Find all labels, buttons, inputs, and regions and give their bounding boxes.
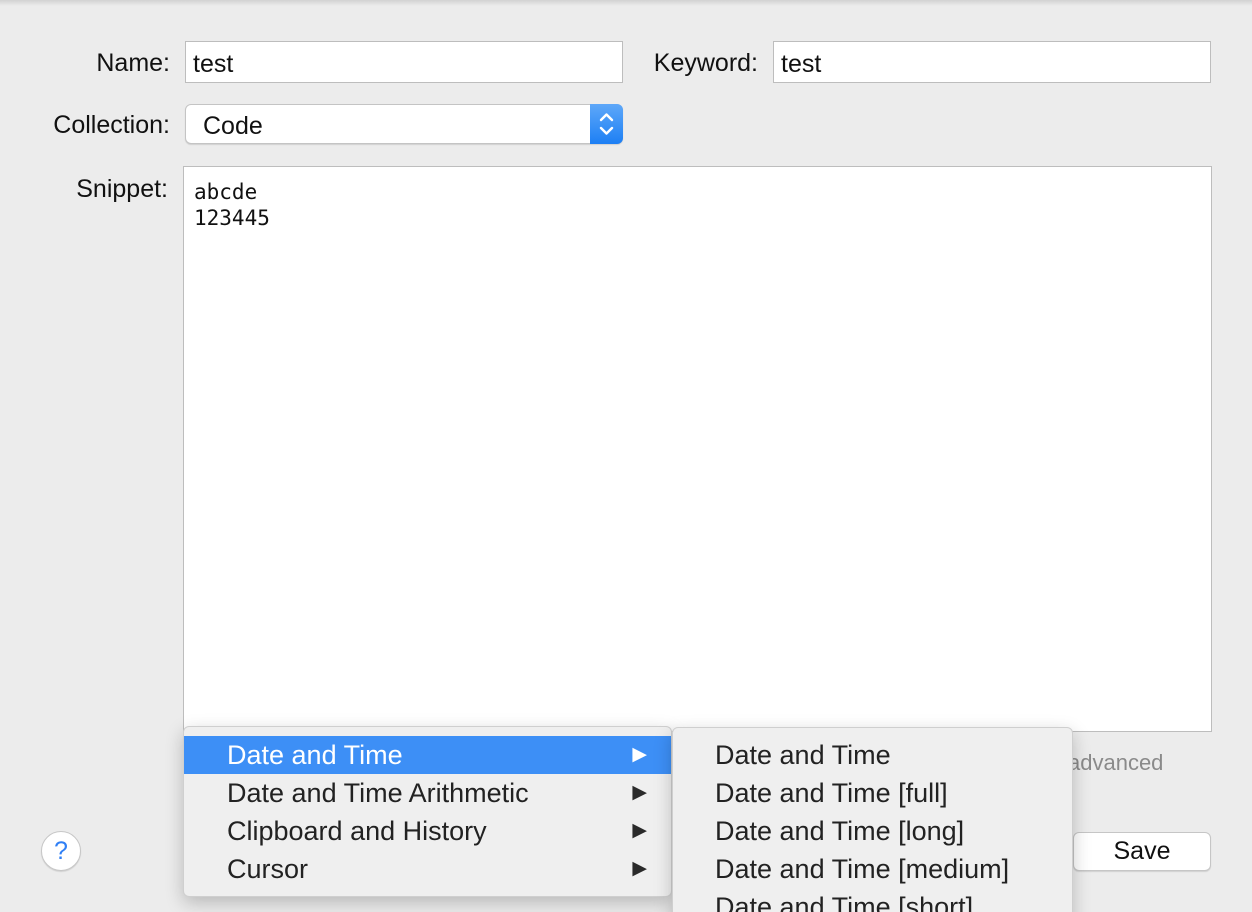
- menu-item-date-and-time[interactable]: Date and Time ▶: [184, 736, 671, 774]
- submenu-item-date-and-time-long[interactable]: Date and Time [long]: [673, 812, 1072, 850]
- date-and-time-submenu: Date and Time Date and Time [full] Date …: [672, 727, 1073, 912]
- window-top-shadow: [0, 0, 1252, 6]
- name-field[interactable]: test: [185, 41, 623, 83]
- help-button[interactable]: ?: [41, 831, 81, 871]
- name-label: Name:: [96, 49, 170, 77]
- menu-item-label: Cursor: [227, 854, 309, 884]
- menu-item-label: Clipboard and History: [227, 816, 487, 846]
- keyword-field[interactable]: test: [773, 41, 1211, 83]
- up-down-chevron-icon: [590, 104, 623, 144]
- submenu-item-date-and-time-full[interactable]: Date and Time [full]: [673, 774, 1072, 812]
- collection-popup[interactable]: Code: [185, 104, 623, 144]
- menu-item-label: Date and Time: [227, 740, 403, 770]
- snippet-label: Snippet:: [76, 175, 168, 203]
- submenu-item-date-and-time[interactable]: Date and Time: [673, 736, 1072, 774]
- question-mark-icon: ?: [54, 837, 68, 865]
- placeholder-context-menu: Date and Time ▶ Date and Time Arithmetic…: [183, 726, 672, 897]
- collection-selected-value: Code: [203, 112, 263, 140]
- save-button[interactable]: Save: [1073, 832, 1211, 871]
- triangle-right-icon: ▶: [632, 782, 647, 803]
- advanced-link[interactable]: advanced: [1068, 750, 1163, 776]
- triangle-right-icon: ▶: [632, 858, 647, 879]
- menu-item-clipboard-and-history[interactable]: Clipboard and History ▶: [184, 812, 671, 850]
- menu-item-label: Date and Time Arithmetic: [227, 778, 529, 808]
- collection-label: Collection:: [53, 111, 170, 139]
- menu-item-date-and-time-arithmetic[interactable]: Date and Time Arithmetic ▶: [184, 774, 671, 812]
- submenu-item-date-and-time-short[interactable]: Date and Time [short]: [673, 888, 1072, 912]
- triangle-right-icon: ▶: [632, 820, 647, 841]
- submenu-item-date-and-time-medium[interactable]: Date and Time [medium]: [673, 850, 1072, 888]
- keyword-label: Keyword:: [653, 49, 758, 77]
- snippet-editor-window: Name: test Keyword: test Collection: Cod…: [0, 0, 1252, 912]
- menu-item-cursor[interactable]: Cursor ▶: [184, 850, 671, 888]
- triangle-right-icon: ▶: [632, 744, 647, 765]
- snippet-text-area[interactable]: abcde 123445: [183, 166, 1212, 732]
